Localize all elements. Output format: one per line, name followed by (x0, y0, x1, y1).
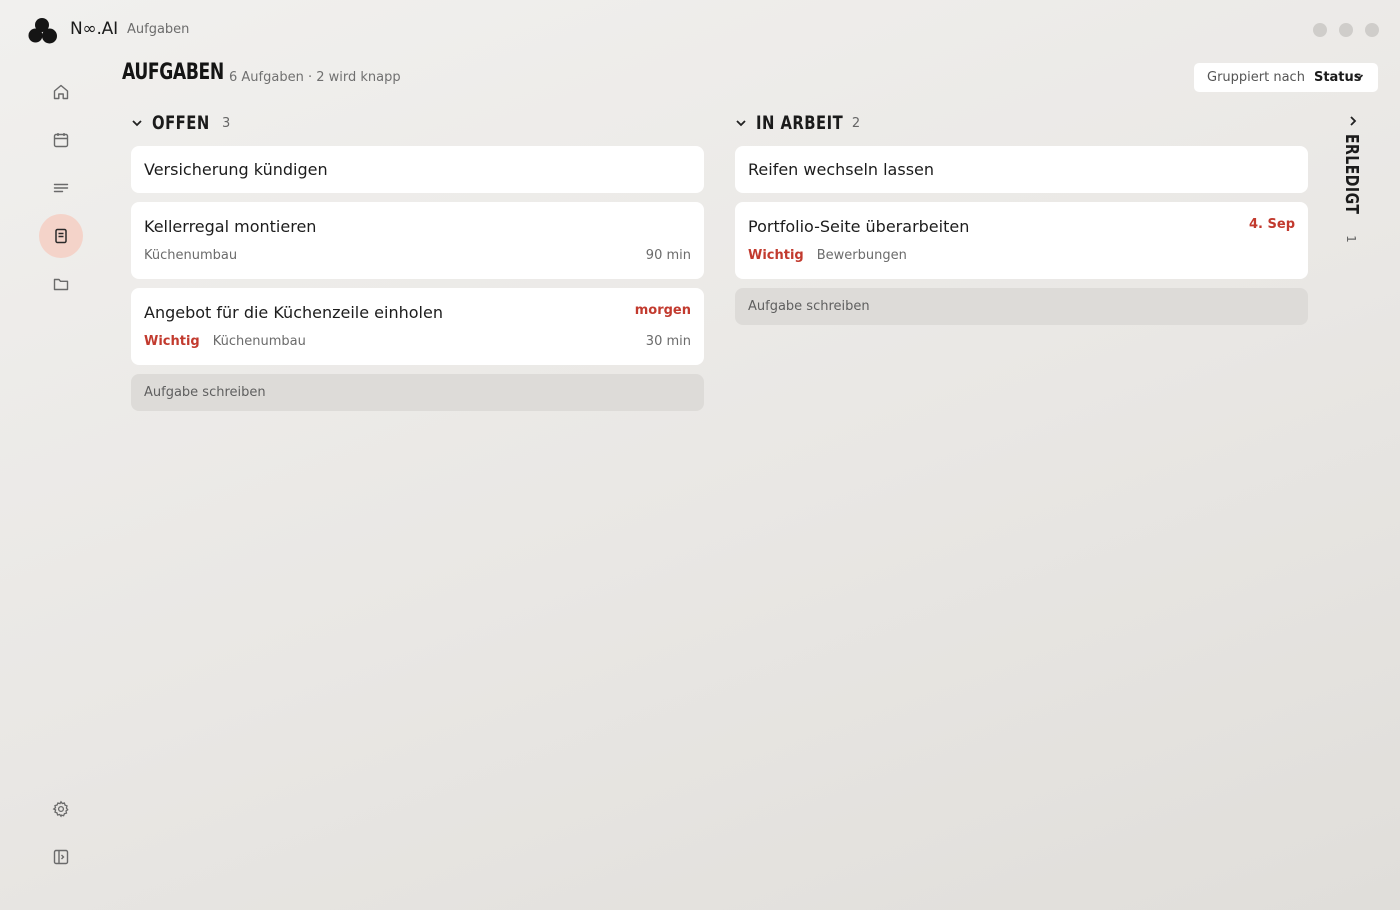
add-task-input[interactable]: Aufgabe schreiben (735, 288, 1308, 325)
task-card[interactable]: Portfolio-Seite überarbeiten 4. Sep Wich… (735, 202, 1308, 279)
task-meta: Wichtig Küchenumbau (144, 334, 306, 349)
title-bar: N∞.AI Aufgaben (0, 0, 1400, 60)
sidebar-item-home[interactable] (39, 70, 83, 114)
window-minimize-button[interactable] (1313, 23, 1327, 37)
chevron-right-icon (1350, 116, 1357, 126)
column-header-offen[interactable]: OFFEN 3 (131, 110, 230, 136)
column-count: 1 (1344, 235, 1359, 243)
column-count: 2 (851, 115, 861, 131)
sidebar-item-folder[interactable] (39, 262, 83, 306)
sidebar-item-toggle[interactable] (39, 835, 83, 879)
column-collapsed-erledigt[interactable]: ERLEDIGT 1 (1338, 110, 1370, 243)
column-count: 3 (222, 115, 231, 131)
breadcrumb[interactable]: Aufgaben (127, 22, 189, 37)
column-label-vertical: ERLEDIGT 1 (1341, 134, 1362, 243)
sidebar-item-calendar[interactable] (39, 118, 83, 162)
task-card[interactable]: Reifen wechseln lassen (735, 146, 1308, 193)
task-card[interactable]: Kellerregal montieren Küchenumbau 90 min (131, 202, 704, 279)
task-card[interactable]: Versicherung kündigen (131, 146, 704, 193)
calendar-icon (53, 133, 69, 148)
task-title: Portfolio-Seite überarbeiten (748, 217, 970, 236)
task-priority-badge: Wichtig (748, 248, 804, 263)
sidebar-item-list[interactable] (39, 166, 83, 210)
chevron-down-icon (736, 120, 746, 127)
add-task-input[interactable]: Aufgabe schreiben (131, 374, 704, 411)
task-meta: Küchenumbau (144, 248, 237, 263)
task-card[interactable]: Angebot für die Küchenzeile einholen mor… (131, 288, 704, 365)
home-icon (53, 84, 69, 100)
task-icon (55, 228, 67, 244)
window-close-button[interactable] (1365, 23, 1379, 37)
sidebar-item-settings[interactable] (39, 787, 83, 831)
task-project: Küchenumbau (212, 334, 306, 349)
window-controls (1313, 23, 1379, 37)
column-title: ERLEDIGT (1341, 134, 1362, 215)
chevron-down-icon (1354, 74, 1364, 80)
list-icon (53, 183, 69, 193)
task-priority-badge: Wichtig (144, 334, 200, 349)
task-title: Versicherung kündigen (144, 160, 328, 179)
window-maximize-button[interactable] (1339, 23, 1353, 37)
page-title: AUFGABEN (122, 60, 224, 85)
group-by-label: Gruppiert nach (1207, 70, 1305, 85)
task-due-date: morgen (634, 303, 691, 318)
task-due-date: 4. Sep (1249, 217, 1295, 232)
gear-icon (52, 800, 69, 818)
column-title: OFFEN (152, 112, 210, 134)
task-title: Angebot für die Küchenzeile einholen (144, 303, 443, 322)
sidebar-item-tasks[interactable] (39, 214, 83, 258)
task-meta: Wichtig Bewerbungen (748, 248, 907, 263)
task-title: Reifen wechseln lassen (748, 160, 935, 179)
task-duration: 30 min (645, 334, 691, 349)
app-brand: N∞.AI (70, 19, 118, 39)
task-project: Bewerbungen (816, 248, 907, 263)
task-project: Küchenumbau (144, 248, 238, 263)
group-by-dropdown[interactable]: Gruppiert nach Status (1194, 63, 1378, 92)
page-subtitle: 6 Aufgaben · 2 wird knapp (229, 70, 401, 85)
column-title: IN ARBEIT (756, 112, 844, 134)
folder-icon (53, 278, 69, 291)
column-header-in-arbeit[interactable]: IN ARBEIT 2 (735, 110, 860, 136)
sidebar-toggle-icon (53, 849, 69, 865)
task-title: Kellerregal montieren (144, 217, 317, 236)
task-duration: 90 min (645, 248, 691, 263)
app-logo-icon (28, 18, 57, 44)
chevron-down-icon (132, 120, 142, 127)
